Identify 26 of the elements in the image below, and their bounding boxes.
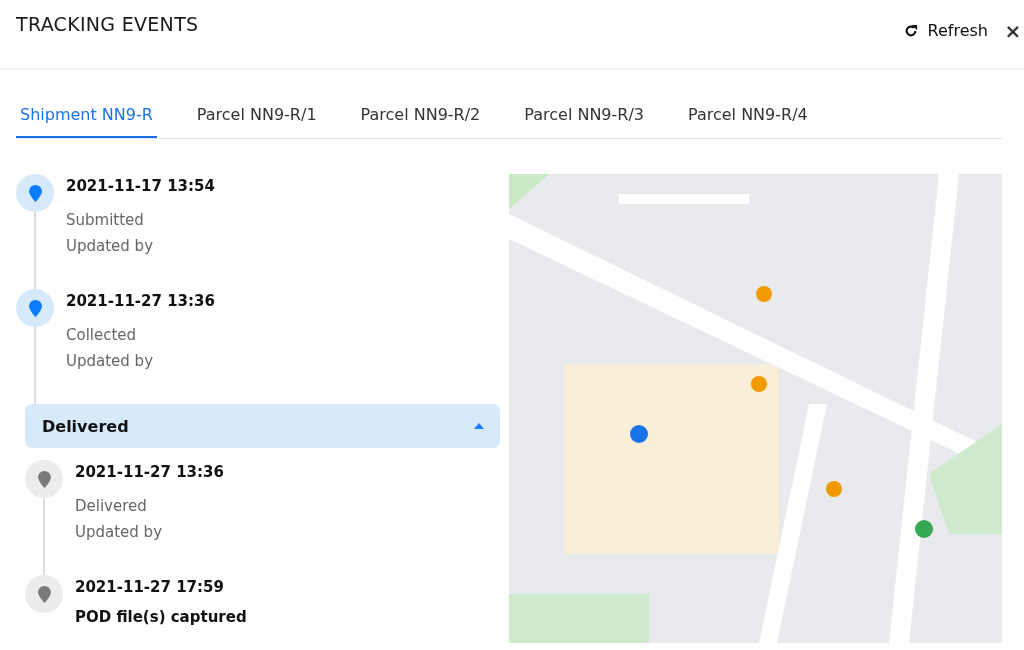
map-pin-icon	[16, 289, 54, 327]
caret-icon	[474, 423, 484, 429]
window-title: TRACKING EVENTS	[16, 13, 199, 35]
close-button[interactable]: ×	[1002, 20, 1024, 41]
event-status: Collected	[66, 325, 138, 346]
updated-by-label: Updated by	[66, 351, 154, 372]
tab[interactable]: Shipment NN9-R	[16, 99, 157, 138]
updated-by-label: Updated by	[75, 522, 163, 543]
event-status: Submitted	[66, 210, 145, 231]
map-pin-icon	[16, 174, 54, 212]
event-time: 2021-11-17 13:54	[66, 177, 215, 195]
updated-by-label: Updated by	[66, 236, 154, 257]
tab[interactable]: Parcel NN9-R/3	[520, 99, 648, 138]
event-time: 2021-11-27 13:36	[66, 292, 215, 310]
event-note: POD file(s) captured	[75, 608, 247, 626]
tab[interactable]: Parcel NN9-R/2	[356, 99, 485, 138]
tab[interactable]: Parcel NN9-R/1	[192, 99, 321, 138]
tab[interactable]: Parcel NN9-R/4	[684, 99, 812, 138]
map-pin-icon	[25, 575, 63, 613]
event-time: 2021-11-27 17:59	[75, 578, 225, 596]
refresh-icon	[903, 23, 918, 38]
refresh-button[interactable]: Refresh	[899, 19, 992, 42]
group-header[interactable]: Delivered	[25, 404, 500, 448]
event-status: Delivered	[75, 496, 148, 517]
map-pin-icon	[25, 460, 63, 498]
event-time: 2021-11-27 13:36	[75, 463, 224, 481]
